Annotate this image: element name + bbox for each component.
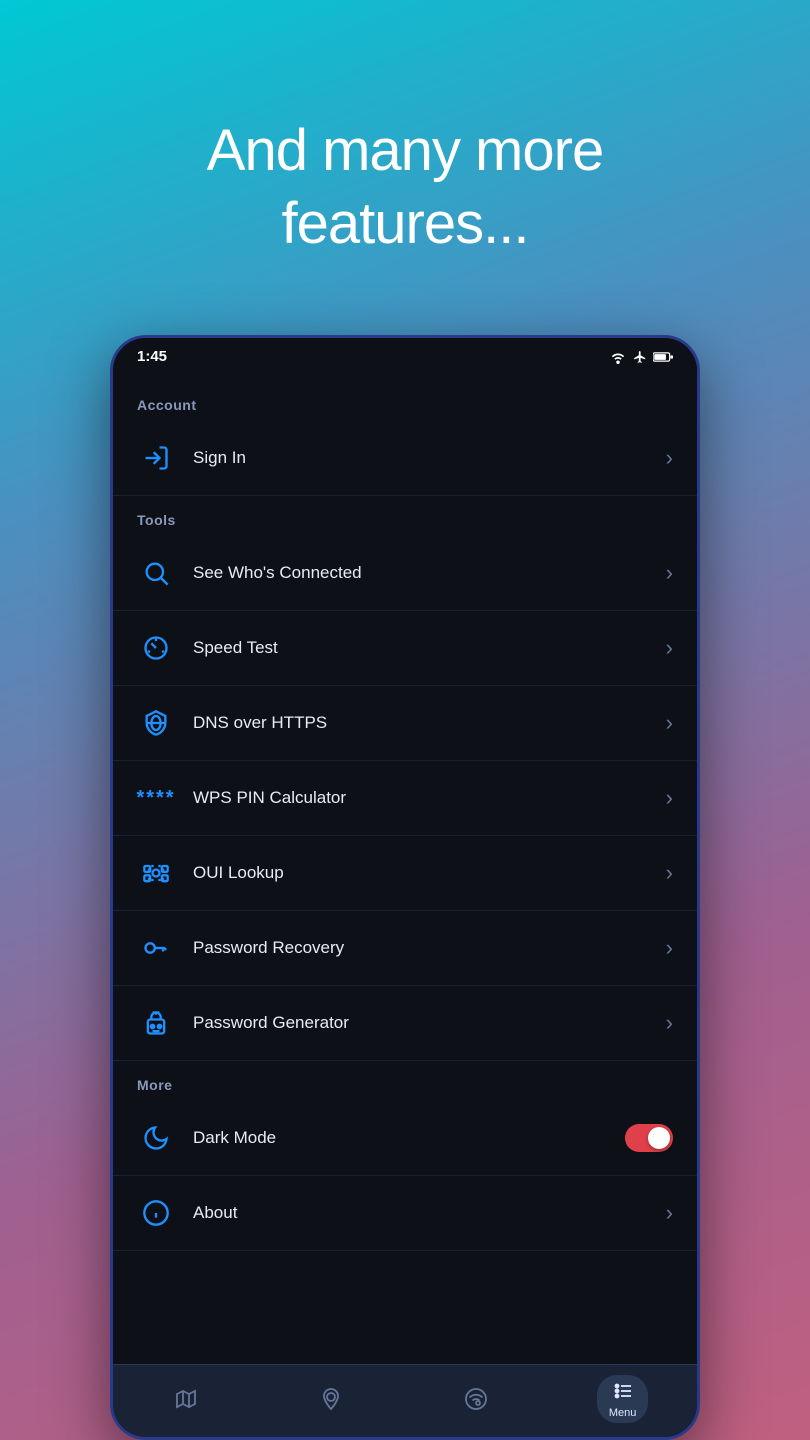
speedometer-icon — [137, 629, 175, 667]
menu-label-speed-test: Speed Test — [193, 638, 666, 658]
battery-icon — [653, 351, 673, 363]
nav-item-location[interactable] — [307, 1383, 355, 1415]
menu-nav-label: Menu — [609, 1407, 637, 1419]
menu-label-see-whos-connected: See Who's Connected — [193, 563, 666, 583]
chevron-sign-in: › — [666, 445, 673, 471]
moon-icon — [137, 1119, 175, 1157]
section-label-more: More — [113, 1061, 697, 1101]
map-icon — [174, 1387, 198, 1411]
menu-list-icon — [611, 1379, 635, 1403]
nav-item-map[interactable] — [162, 1383, 210, 1415]
key-icon — [137, 929, 175, 967]
hero-section: And many more features... — [47, 0, 763, 335]
location-icon — [319, 1387, 343, 1411]
menu-label-dark-mode: Dark Mode — [193, 1128, 625, 1148]
section-label-tools: Tools — [113, 496, 697, 536]
menu-item-sign-in[interactable]: Sign In› — [113, 421, 697, 496]
chevron-speed-test: › — [666, 635, 673, 661]
section-label-account: Account — [113, 381, 697, 421]
menu-item-dark-mode[interactable]: Dark Mode — [113, 1101, 697, 1176]
status-icons — [609, 350, 673, 364]
menu-label-password-recovery: Password Recovery — [193, 938, 666, 958]
chevron-password-recovery: › — [666, 935, 673, 961]
menu-label-about: About — [193, 1203, 666, 1223]
menu-label-oui-lookup: OUI Lookup — [193, 863, 666, 883]
shield-globe-icon — [137, 704, 175, 742]
menu-item-wps-pin[interactable]: **** WPS PIN Calculator› — [113, 761, 697, 836]
sign-in-icon — [137, 439, 175, 477]
menu-label-wps-pin: WPS PIN Calculator — [193, 788, 666, 808]
wps-dots-icon: **** — [137, 779, 175, 817]
toggle-dark-mode[interactable] — [625, 1124, 673, 1152]
menu-content: AccountSign In›ToolsSee Who's Connected›… — [113, 371, 697, 1364]
nav-item-wifi[interactable] — [452, 1383, 500, 1415]
phone-frame: 1:45 AccountSign In›ToolsSee Who's Conne… — [110, 335, 700, 1440]
chevron-see-whos-connected: › — [666, 560, 673, 586]
menu-label-password-generator: Password Generator — [193, 1013, 666, 1033]
menu-label-dns-over-https: DNS over HTTPS — [193, 713, 666, 733]
menu-item-dns-over-https[interactable]: DNS over HTTPS› — [113, 686, 697, 761]
menu-item-about[interactable]: About› — [113, 1176, 697, 1251]
menu-label-sign-in: Sign In — [193, 448, 666, 468]
menu-item-oui-lookup[interactable]: OUI Lookup› — [113, 836, 697, 911]
chevron-oui-lookup: › — [666, 860, 673, 886]
chevron-wps-pin: › — [666, 785, 673, 811]
chevron-dns-over-https: › — [666, 710, 673, 736]
chevron-about: › — [666, 1200, 673, 1226]
robot-lock-icon — [137, 1004, 175, 1042]
menu-item-password-recovery[interactable]: Password Recovery› — [113, 911, 697, 986]
wifi-status-icon — [609, 350, 627, 364]
bottom-nav: Menu — [113, 1364, 697, 1437]
search-icon — [137, 554, 175, 592]
chevron-password-generator: › — [666, 1010, 673, 1036]
status-bar: 1:45 — [113, 338, 697, 371]
wifi-circle-icon — [464, 1387, 488, 1411]
menu-item-see-whos-connected[interactable]: See Who's Connected› — [113, 536, 697, 611]
menu-item-password-generator[interactable]: Password Generator› — [113, 986, 697, 1061]
eye-scan-icon — [137, 854, 175, 892]
airplane-icon — [633, 350, 647, 364]
nav-item-menu[interactable]: Menu — [597, 1375, 649, 1423]
info-circle-icon — [137, 1194, 175, 1232]
menu-item-speed-test[interactable]: Speed Test› — [113, 611, 697, 686]
hero-text: And many more features... — [127, 55, 683, 300]
time-display: 1:45 — [137, 348, 167, 365]
